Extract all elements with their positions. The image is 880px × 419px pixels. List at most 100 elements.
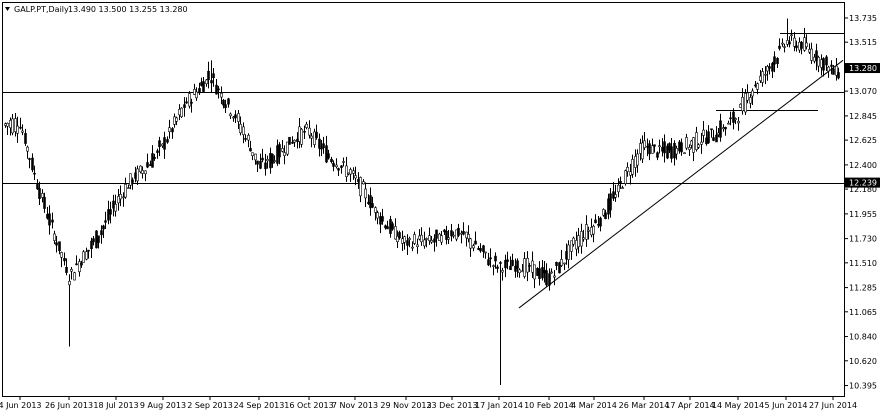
- candle-down: [619, 181, 622, 185]
- candle-up: [810, 48, 813, 61]
- candle-down: [146, 162, 149, 168]
- candle-down: [185, 101, 188, 104]
- candle-up: [237, 113, 240, 122]
- candle-down: [489, 257, 492, 260]
- candle-down: [183, 104, 186, 108]
- candle-down: [555, 262, 558, 266]
- candle-up: [636, 153, 639, 166]
- candle-down: [487, 259, 490, 266]
- candle-up: [26, 146, 29, 152]
- candle-up: [592, 226, 595, 235]
- candle-up: [781, 42, 784, 45]
- candlestick-chart[interactable]: GALP.PT,Daily 13.490 13.500 13.255 13.28…: [0, 0, 880, 415]
- candle-down: [104, 220, 107, 223]
- price-tick-label: 13.735: [849, 14, 877, 23]
- candle-up: [702, 129, 705, 136]
- candle-down: [509, 265, 512, 271]
- candle-up: [342, 161, 345, 163]
- candle-up: [349, 169, 352, 175]
- candle-up: [73, 272, 76, 281]
- date-label: 23 Dec 2013: [426, 401, 477, 410]
- candle-up: [141, 170, 144, 174]
- price-tick-label: 13.515: [849, 38, 877, 47]
- candle-up: [423, 239, 426, 247]
- candle-up: [173, 116, 176, 125]
- candle-up: [560, 259, 563, 266]
- candle-up: [756, 83, 759, 90]
- candle-up: [585, 224, 588, 240]
- candle-down: [457, 227, 460, 236]
- date-label: 29 Nov 2013: [380, 401, 431, 410]
- candle-down: [670, 146, 673, 159]
- current-price-tag-label: 13.280: [849, 64, 877, 73]
- candle-up: [41, 193, 44, 198]
- candle-up: [193, 88, 196, 95]
- candle-down: [244, 138, 247, 140]
- candle-down: [548, 273, 551, 286]
- date-label: 4 Mar 2014: [571, 401, 617, 410]
- candle-up: [53, 233, 56, 241]
- candle-down: [58, 241, 61, 252]
- candle-up: [362, 181, 365, 185]
- candle-down: [95, 230, 98, 249]
- date-label: 5 Jun 2014: [764, 401, 807, 410]
- candle-down: [545, 270, 548, 286]
- candle-up: [746, 92, 749, 101]
- candle-down: [511, 259, 514, 266]
- candle-up: [242, 126, 245, 136]
- date-label: 24 Sep 2013: [234, 401, 285, 410]
- date-label: 18 Jul 2013: [93, 401, 138, 410]
- candle-down: [433, 238, 436, 243]
- candle-down: [719, 120, 722, 138]
- candle-down: [337, 168, 340, 171]
- candle-up: [783, 46, 786, 48]
- candle-down: [771, 63, 774, 72]
- candle-down: [715, 134, 718, 143]
- candle-up: [144, 170, 147, 175]
- candle-down: [97, 235, 100, 243]
- candle-up: [761, 71, 764, 83]
- candle-down: [724, 126, 727, 130]
- candle-up: [364, 188, 367, 199]
- date-label: 14 May 2014: [712, 401, 764, 410]
- candle-up: [220, 92, 223, 98]
- candle-up: [78, 261, 81, 273]
- chart-canvas[interactable]: GALP.PT,Daily 13.490 13.500 13.255 13.28…: [0, 0, 880, 415]
- candle-down: [107, 209, 110, 221]
- candle-down: [92, 238, 95, 243]
- candle-up: [688, 147, 691, 150]
- candle-down: [599, 217, 602, 227]
- price-tick-label: 10.840: [849, 333, 877, 342]
- price-tick-label: 13.070: [849, 87, 877, 96]
- candle-up: [805, 42, 808, 48]
- candle-down: [153, 156, 156, 159]
- candle-down: [202, 81, 205, 92]
- date-label: 7 Nov 2013: [332, 401, 378, 410]
- candle-up: [587, 229, 590, 232]
- candle-down: [131, 179, 134, 183]
- candle-down: [158, 140, 161, 148]
- candle-up: [675, 148, 678, 155]
- candle-up: [411, 246, 414, 249]
- candle-up: [376, 212, 379, 219]
- chart-background: [0, 0, 880, 415]
- candle-up: [188, 93, 191, 107]
- candle-up: [749, 97, 752, 104]
- candle-down: [516, 260, 519, 269]
- candle-down: [474, 240, 477, 245]
- candle-up: [621, 187, 624, 189]
- candle-down: [594, 219, 597, 224]
- candle-up: [420, 234, 423, 243]
- date-label: 17 Apr 2014: [665, 401, 714, 410]
- candle-up: [232, 116, 235, 119]
- candle-down: [278, 144, 281, 158]
- date-label: 26 Mar 2014: [619, 401, 670, 410]
- ohlc-header: 13.490 13.500 13.255 13.280: [68, 5, 188, 14]
- candle-up: [403, 236, 406, 243]
- candle-up: [178, 109, 181, 116]
- candle-up: [359, 177, 362, 197]
- candle-up: [469, 238, 472, 249]
- candle-down: [406, 240, 409, 246]
- candle-down: [788, 41, 791, 45]
- candle-down: [609, 193, 612, 211]
